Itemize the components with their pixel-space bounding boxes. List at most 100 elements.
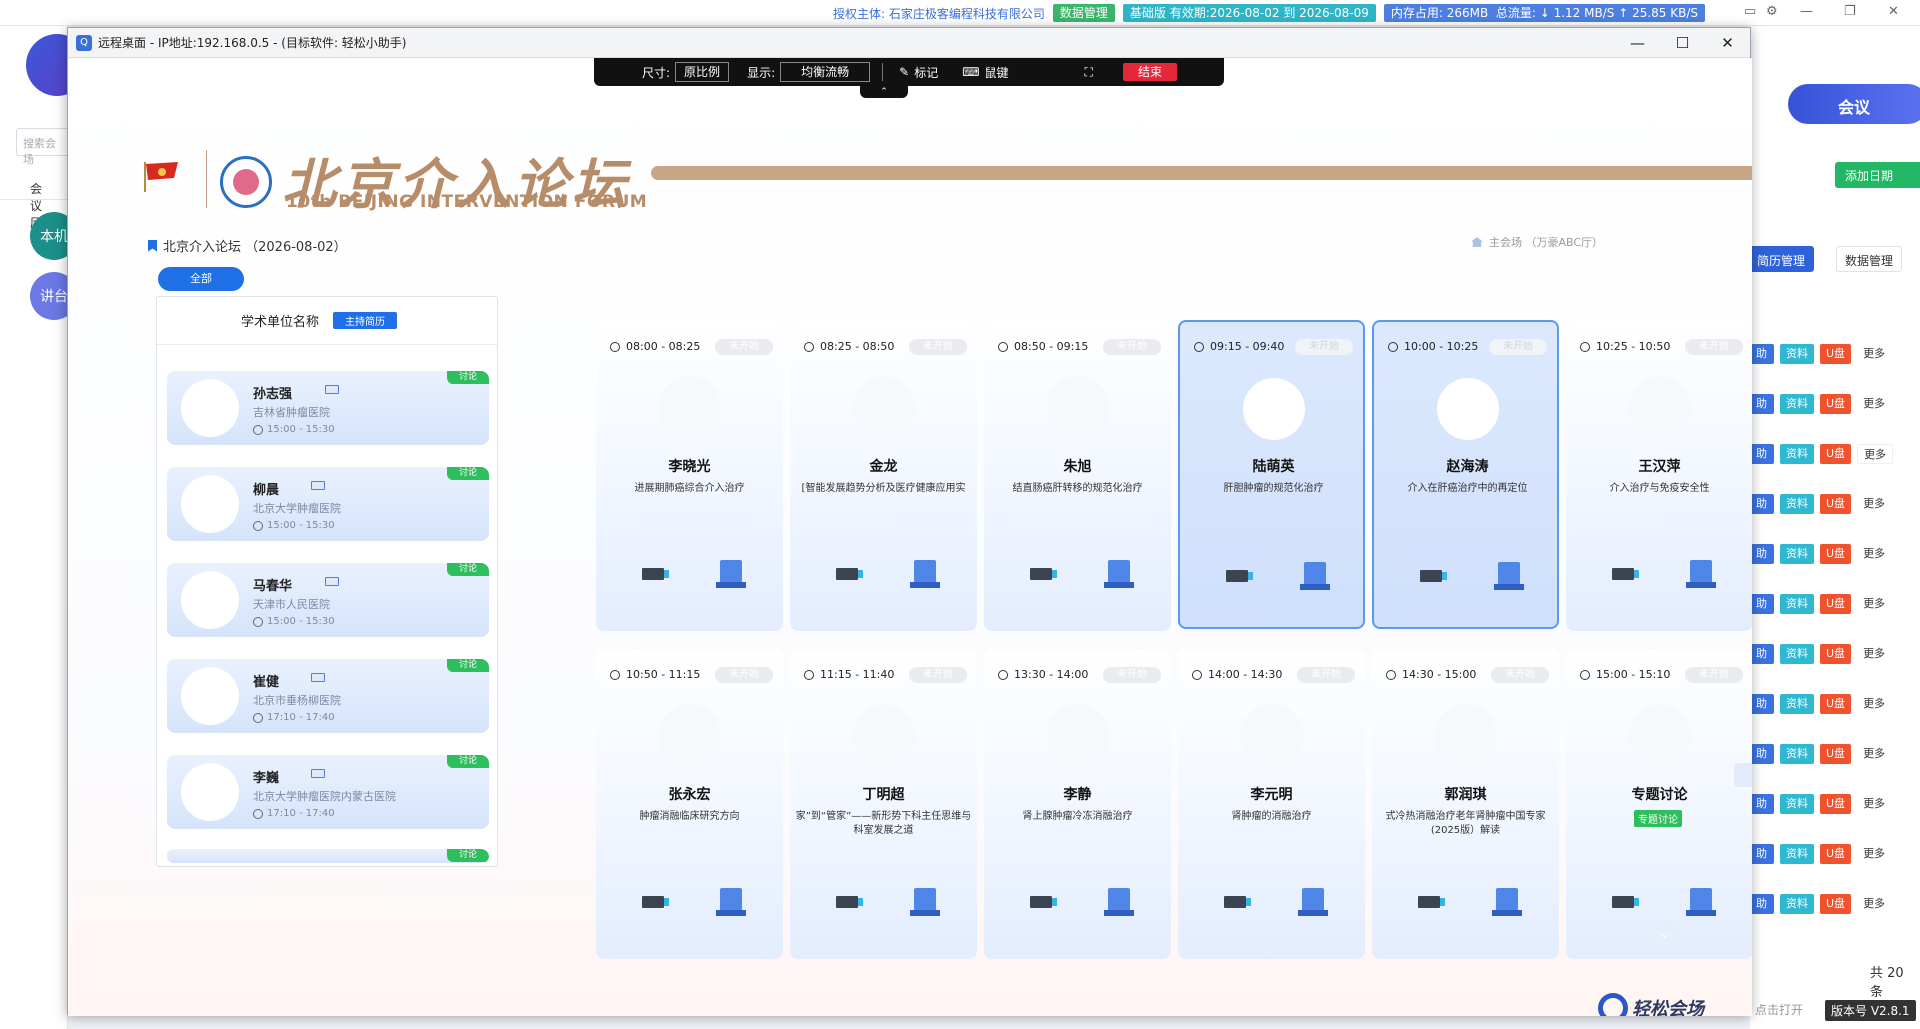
data-button[interactable]: 资料 (1780, 344, 1814, 364)
data-button[interactable]: 资料 (1780, 894, 1814, 914)
more-button[interactable]: 更多 (1857, 444, 1894, 464)
data-button[interactable]: 资料 (1780, 644, 1814, 664)
udisk-button[interactable]: U盘 (1820, 644, 1852, 664)
camera-icon[interactable] (1612, 896, 1639, 908)
presenter-icon[interactable] (1492, 888, 1522, 916)
assist-button[interactable]: 助 (1750, 494, 1774, 514)
presenter-icon[interactable] (1298, 888, 1328, 916)
size-select[interactable]: 原比例 (675, 62, 730, 82)
settings-icon[interactable]: ⚙ (1766, 4, 1778, 19)
udisk-button[interactable]: U盘 (1820, 894, 1852, 914)
minimize-icon[interactable]: — (1800, 4, 1813, 19)
presenter-icon[interactable] (910, 560, 940, 588)
assist-button[interactable]: 助 (1750, 644, 1774, 664)
assist-button[interactable]: 助 (1750, 344, 1774, 364)
assist-button[interactable]: 助 (1750, 844, 1774, 864)
session-card[interactable]: 13:30 - 14:00 未开始 李静 肾上腺肿瘤冷冻消融治疗 (984, 650, 1171, 959)
presenter-icon[interactable] (716, 560, 746, 588)
presenter-icon[interactable] (1104, 888, 1134, 916)
camera-icon[interactable] (1030, 896, 1057, 908)
id-card-icon[interactable] (311, 769, 325, 778)
speaker-card[interactable]: 柳晨 北京大学肿瘤医院 15:00 - 15:30 讨论 (167, 467, 489, 541)
camera-icon[interactable] (642, 896, 669, 908)
filter-all-button[interactable]: 全部 (158, 267, 244, 291)
scroll-down-icon[interactable]: ⌄ (1651, 920, 1679, 948)
resume-mgmt-button[interactable]: 简历管理 (1748, 246, 1815, 272)
id-card-icon[interactable] (311, 481, 325, 490)
data-button[interactable]: 资料 (1780, 844, 1814, 864)
udisk-button[interactable]: U盘 (1820, 594, 1852, 614)
display-select[interactable]: 均衡流畅 (780, 62, 871, 82)
data-button[interactable]: 资料 (1780, 694, 1814, 714)
data-button[interactable]: 资料 (1780, 594, 1814, 614)
data-mgmt-button[interactable]: 数据管理 (1836, 246, 1903, 272)
presenter-icon[interactable] (716, 888, 746, 916)
udisk-button[interactable]: U盘 (1820, 444, 1852, 464)
camera-icon[interactable] (836, 568, 863, 580)
mark-button[interactable]: ✎ 标记 (899, 64, 938, 81)
add-date-button[interactable]: 添加日期 (1835, 162, 1920, 188)
session-card[interactable]: 15:00 - 15:10 未开始 专题讨论 专题讨论 (1566, 650, 1752, 959)
speaker-card[interactable]: 崔健 北京市垂杨柳医院 17:10 - 17:40 讨论 (167, 659, 489, 733)
camera-icon[interactable] (1030, 568, 1057, 580)
presenter-icon[interactable] (1104, 560, 1134, 588)
assist-button[interactable]: 助 (1750, 394, 1774, 414)
more-button[interactable]: 更多 (1857, 694, 1891, 714)
presenter-icon[interactable] (910, 888, 940, 916)
host-search-input[interactable]: 搜索会场 (16, 128, 70, 166)
speaker-card[interactable]: 马春华 天津市人民医院 15:00 - 15:30 讨论 (167, 563, 489, 637)
close-icon[interactable]: ✕ (1888, 4, 1899, 19)
end-session-button[interactable]: 结束 (1122, 63, 1177, 81)
assist-button[interactable]: 助 (1750, 694, 1774, 714)
assist-button[interactable]: 助 (1750, 444, 1774, 464)
assist-button[interactable]: 助 (1750, 894, 1774, 914)
camera-icon[interactable] (642, 568, 669, 580)
udisk-button[interactable]: U盘 (1820, 744, 1852, 764)
mouse-key-button[interactable]: ⌨ 鼠键 (962, 64, 1008, 81)
session-card[interactable]: 14:00 - 14:30 未开始 李元明 肾肿瘤的消融治疗 (1178, 650, 1365, 959)
data-button[interactable]: 资料 (1780, 744, 1814, 764)
speaker-card[interactable]: 讨论 (167, 849, 489, 863)
window-close-icon[interactable]: ✕ (1705, 28, 1750, 58)
data-button[interactable]: 资料 (1780, 544, 1814, 564)
assist-button[interactable]: 助 (1750, 744, 1774, 764)
assist-button[interactable]: 助 (1750, 544, 1774, 564)
side-float-icon[interactable] (1734, 763, 1752, 787)
assist-button[interactable]: 助 (1750, 794, 1774, 814)
camera-icon[interactable] (836, 896, 863, 908)
host-tab-room[interactable]: 会议厅 (0, 176, 68, 230)
data-button[interactable]: 资料 (1780, 794, 1814, 814)
session-card[interactable]: 08:25 - 08:50 未开始 金龙 [智能发展趋势分析及医疗健康应用实 (790, 322, 977, 631)
more-button[interactable]: 更多 (1857, 644, 1891, 664)
camera-icon[interactable] (1224, 896, 1251, 908)
camera-icon[interactable] (1420, 570, 1447, 582)
session-card[interactable]: 10:50 - 11:15 未开始 张永宏 肿瘤消融临床研究方向 (596, 650, 783, 959)
restore-icon[interactable]: ❐ (1844, 4, 1856, 19)
session-card[interactable]: 14:30 - 15:00 未开始 郭润琪 式冷热消融治疗老年肾肿瘤中国专家(2025… (1372, 650, 1559, 959)
more-button[interactable]: 更多 (1857, 394, 1891, 414)
udisk-button[interactable]: U盘 (1820, 694, 1852, 714)
data-button[interactable]: 资料 (1780, 494, 1814, 514)
presenter-icon[interactable] (1686, 560, 1716, 588)
udisk-button[interactable]: U盘 (1820, 844, 1852, 864)
more-button[interactable]: 更多 (1857, 844, 1891, 864)
more-button[interactable]: 更多 (1857, 494, 1891, 514)
speaker-card[interactable]: 孙志强 吉林省肿瘤医院 15:00 - 15:30 讨论 (167, 371, 489, 445)
presenter-icon[interactable] (1300, 562, 1330, 590)
window-maximize-icon[interactable]: ☐ (1660, 28, 1705, 58)
more-button[interactable]: 更多 (1857, 894, 1891, 914)
data-button[interactable]: 资料 (1780, 444, 1814, 464)
session-card[interactable]: 09:15 - 09:40 未开始 陆萌英 肝胆肿瘤的规范化治疗 (1178, 320, 1365, 629)
data-button[interactable]: 资料 (1780, 394, 1814, 414)
id-card-icon[interactable] (325, 385, 339, 394)
host-resume-button[interactable]: 主持简历 (333, 312, 398, 329)
skin-icon[interactable]: ▭ (1744, 4, 1756, 19)
session-card[interactable]: 10:25 - 10:50 未开始 王汉萍 介入治疗与免疫安全性 (1566, 322, 1752, 631)
session-card[interactable]: 10:00 - 10:25 未开始 赵海涛 介入在肝癌治疗中的再定位 (1372, 320, 1559, 629)
more-button[interactable]: 更多 (1857, 744, 1891, 764)
presenter-icon[interactable] (1686, 888, 1716, 916)
session-card[interactable]: 08:00 - 08:25 未开始 李晓光 进展期肺癌综合介入治疗 (596, 322, 783, 631)
camera-icon[interactable] (1418, 896, 1445, 908)
more-button[interactable]: 更多 (1857, 594, 1891, 614)
udisk-button[interactable]: U盘 (1820, 494, 1852, 514)
